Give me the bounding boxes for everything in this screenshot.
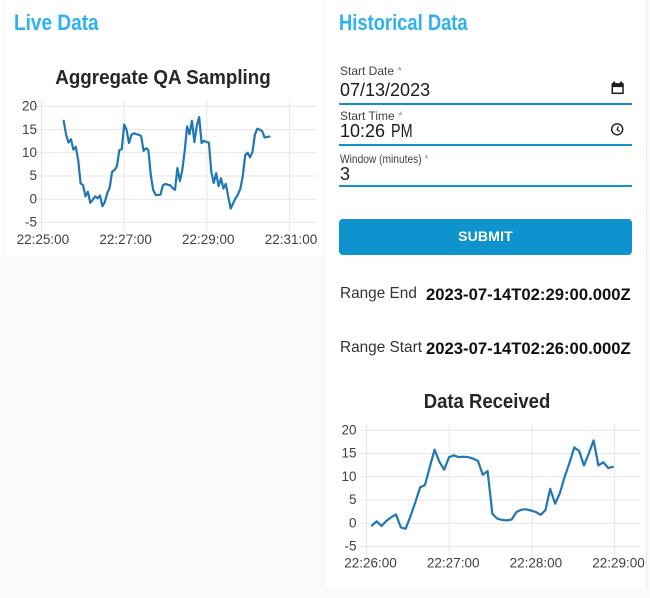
svg-text:15: 15	[341, 446, 356, 461]
svg-text:22:29:00: 22:29:00	[592, 555, 645, 570]
svg-text:0: 0	[349, 515, 357, 530]
svg-text:0: 0	[29, 191, 37, 206]
svg-text:10: 10	[341, 469, 356, 484]
svg-text:22:31:00: 22:31:00	[265, 232, 318, 247]
svg-text:20: 20	[341, 422, 356, 437]
svg-text:22:29:00: 22:29:00	[182, 232, 235, 247]
svg-text:22:25:00: 22:25:00	[17, 232, 70, 247]
svg-text:15: 15	[22, 122, 37, 137]
svg-text:22:27:00: 22:27:00	[427, 555, 480, 570]
svg-text:5: 5	[349, 492, 357, 507]
svg-text:10: 10	[22, 145, 37, 160]
svg-text:22:27:00: 22:27:00	[99, 232, 152, 247]
svg-text:22:26:00: 22:26:00	[344, 555, 397, 570]
svg-text:22:28:00: 22:28:00	[510, 555, 563, 570]
svg-text:-5: -5	[25, 215, 37, 230]
svg-text:-5: -5	[344, 539, 356, 554]
svg-text:5: 5	[29, 168, 37, 183]
svg-text:20: 20	[22, 99, 37, 114]
